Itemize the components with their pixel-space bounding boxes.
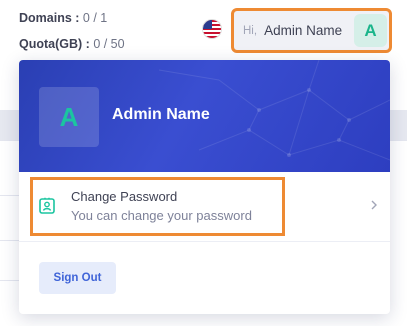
domains-stat: Domains : 0 / 1 — [19, 11, 107, 25]
highlight-box — [30, 177, 285, 236]
content-divider — [0, 280, 20, 281]
flag-canton — [203, 20, 212, 29]
change-password-menu-item[interactable]: Change Password You can change your pass… — [19, 172, 390, 236]
quota-stat: Quota(GB) : 0 / 50 — [19, 37, 125, 51]
user-menu-toggle[interactable]: Hi, Admin Name A — [231, 8, 392, 53]
id-card-icon — [39, 197, 55, 214]
menu-item-title: Change Password — [71, 189, 178, 204]
user-dropdown-menu: A Admin Name Change Password You can cha… — [19, 60, 390, 314]
quota-label: Quota(GB) : — [19, 37, 90, 51]
quota-value: 0 / 50 — [93, 37, 125, 51]
dropdown-avatar: A — [39, 87, 99, 147]
header-user-name: Admin Name — [264, 23, 343, 38]
content-divider — [0, 195, 20, 196]
greeting-text: Hi, — [243, 24, 258, 37]
content-divider — [0, 240, 20, 241]
header-avatar: A — [354, 14, 387, 47]
menu-divider — [19, 241, 390, 242]
menu-item-subtitle: You can change your password — [71, 208, 252, 223]
sign-out-button[interactable]: Sign Out — [39, 262, 116, 294]
us-flag-icon[interactable] — [203, 20, 221, 38]
domains-label: Domains : — [19, 11, 80, 25]
dropdown-user-name: Admin Name — [112, 106, 210, 123]
user-card-header: A Admin Name — [19, 60, 390, 172]
chevron-right-icon — [371, 200, 377, 210]
domains-value: 0 / 1 — [82, 11, 108, 25]
